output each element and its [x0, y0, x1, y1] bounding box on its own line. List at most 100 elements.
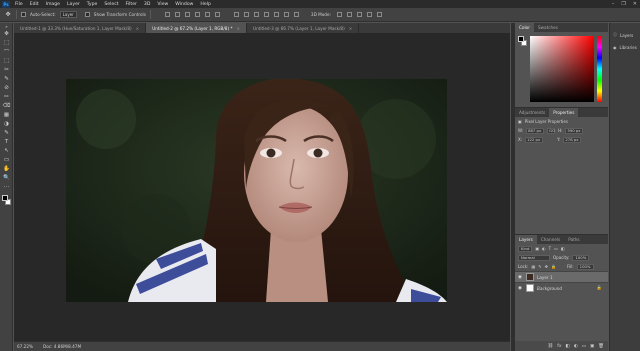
- 3d-roll-icon[interactable]: [346, 12, 352, 17]
- foreground-color[interactable]: [2, 195, 8, 201]
- align-right-icon[interactable]: [214, 12, 220, 17]
- menu-3d[interactable]: 3D: [144, 2, 150, 7]
- pen-tool[interactable]: ✎: [0, 128, 13, 137]
- 3d-scale-icon[interactable]: [376, 12, 382, 17]
- height-field[interactable]: 590 px: [565, 127, 584, 134]
- x-field[interactable]: 122 px: [525, 136, 544, 143]
- dodge-tool[interactable]: ◑: [0, 119, 13, 128]
- link-toggle[interactable]: GO: [547, 127, 556, 134]
- link-layers-icon[interactable]: ⛓: [548, 344, 554, 349]
- distribute-bottom-icon[interactable]: [253, 12, 259, 17]
- fill-field[interactable]: 100%: [576, 263, 594, 270]
- opacity-field[interactable]: 100%: [572, 254, 590, 261]
- panel-foreground-color[interactable]: [518, 36, 524, 42]
- 3d-orbit-icon[interactable]: [336, 12, 342, 17]
- menu-help[interactable]: Help: [200, 2, 210, 7]
- lock-all-icon[interactable]: 🔒: [551, 264, 556, 269]
- filter-kind-dropdown[interactable]: Kind: [518, 245, 533, 252]
- filter-type-icon[interactable]: T: [549, 246, 551, 251]
- filter-adjust-icon[interactable]: ◐: [542, 246, 546, 251]
- menu-type[interactable]: Type: [87, 2, 98, 7]
- close-button[interactable]: ✕: [633, 1, 637, 7]
- marquee-tool[interactable]: ⬚: [0, 38, 13, 47]
- color-picker-field[interactable]: [530, 36, 594, 102]
- distribute-hcenter-icon[interactable]: [273, 12, 279, 17]
- visibility-eye-icon[interactable]: ◉: [518, 286, 523, 291]
- move-tool-icon[interactable]: ✥: [4, 11, 12, 19]
- zoom-level[interactable]: 67.22%: [17, 344, 33, 349]
- width-field[interactable]: 887 px: [526, 127, 545, 134]
- eyedropper-tool[interactable]: ✎: [0, 74, 13, 83]
- delete-layer-icon[interactable]: 🗑: [598, 344, 604, 349]
- hue-slider[interactable]: [597, 36, 602, 102]
- menu-select[interactable]: Select: [104, 2, 118, 7]
- align-left-icon[interactable]: [194, 12, 200, 17]
- layer-row-background[interactable]: ◉ Background 🔒: [515, 282, 608, 293]
- distribute-top-icon[interactable]: [233, 12, 239, 17]
- restore-button[interactable]: ❐: [621, 1, 625, 7]
- tab-adjustments[interactable]: Adjustments: [515, 108, 549, 117]
- distribute-vcenter-icon[interactable]: [243, 12, 249, 17]
- align-bottom-icon[interactable]: [184, 12, 190, 17]
- tab-color[interactable]: Color: [515, 23, 534, 32]
- tab-close-icon[interactable]: ×: [237, 26, 241, 31]
- layer-row-layer-1[interactable]: ◉ Layer 1: [515, 271, 608, 282]
- visibility-eye-icon[interactable]: ◉: [518, 275, 523, 280]
- align-hcenter-icon[interactable]: [204, 12, 210, 17]
- transform-controls-checkbox[interactable]: [84, 12, 90, 17]
- tab-untitled-2[interactable]: Untitled-2 @ 67.2% (Layer 1, RGB/8) * ×: [146, 23, 248, 33]
- lock-move-icon[interactable]: ✥: [545, 264, 548, 269]
- eraser-tool[interactable]: ⌫: [0, 101, 13, 110]
- filter-pixel-icon[interactable]: ▣: [535, 246, 539, 251]
- more-tools[interactable]: ⋯: [0, 182, 13, 191]
- filter-smart-icon[interactable]: ◧: [561, 246, 565, 251]
- tab-close-icon[interactable]: ×: [349, 26, 353, 31]
- y-field[interactable]: 278 px: [563, 136, 582, 143]
- auto-select-dropdown[interactable]: Layer: [59, 11, 77, 18]
- quick-select-tool[interactable]: ⬚: [0, 56, 13, 65]
- 3d-pan-icon[interactable]: [356, 12, 362, 17]
- layer-name[interactable]: Background: [537, 286, 562, 291]
- auto-select-checkbox[interactable]: [21, 12, 26, 17]
- tab-channels[interactable]: Channels: [537, 235, 564, 244]
- rectangle-tool[interactable]: ▭: [0, 155, 13, 164]
- type-tool[interactable]: T: [0, 137, 13, 146]
- lasso-tool[interactable]: ⌒: [0, 47, 13, 56]
- dock-layers[interactable]: ⓘ Layers: [610, 29, 640, 41]
- tab-paths[interactable]: Paths: [564, 235, 583, 244]
- tab-untitled-1[interactable]: Untitled-1 @ 33.3% (Hue/Saturation 1, La…: [14, 23, 147, 33]
- hand-tool[interactable]: ✋: [0, 164, 13, 173]
- filter-shape-icon[interactable]: ▭: [554, 246, 558, 251]
- auto-align-icon[interactable]: [293, 12, 299, 17]
- dock-libraries[interactable]: ◉ Libraries: [610, 41, 640, 53]
- menu-edit[interactable]: Edit: [30, 2, 39, 7]
- tab-untitled-3[interactable]: Untitled-3 @ 66.7% (Layer 1, Layer Mask/…: [247, 23, 360, 33]
- tab-swatches[interactable]: Swatches: [534, 23, 562, 32]
- zoom-tool[interactable]: 🔍: [0, 173, 13, 182]
- new-group-icon[interactable]: ▭: [582, 344, 586, 349]
- document-image[interactable]: [66, 79, 447, 302]
- layer-style-icon[interactable]: fx: [557, 344, 561, 349]
- align-top-icon[interactable]: [164, 12, 170, 17]
- tab-close-icon[interactable]: ×: [136, 26, 140, 31]
- layer-name[interactable]: Layer 1: [537, 275, 553, 280]
- menu-layer[interactable]: Layer: [67, 2, 80, 7]
- lock-pixels-icon[interactable]: ▦: [531, 264, 535, 269]
- menu-window[interactable]: Window: [175, 2, 193, 7]
- gradient-tool[interactable]: ▦: [0, 110, 13, 119]
- distribute-left-icon[interactable]: [263, 12, 269, 17]
- menu-file[interactable]: File: [15, 2, 23, 7]
- menu-view[interactable]: View: [157, 2, 168, 7]
- new-layer-icon[interactable]: ▣: [590, 344, 594, 349]
- adjustment-layer-icon[interactable]: ◐: [574, 344, 578, 349]
- tab-layers[interactable]: Layers: [515, 235, 537, 244]
- 3d-slide-icon[interactable]: [366, 12, 372, 17]
- menu-image[interactable]: Image: [46, 2, 60, 7]
- healing-brush-tool[interactable]: ⊘: [0, 83, 13, 92]
- distribute-right-icon[interactable]: [283, 12, 289, 17]
- lock-paint-icon[interactable]: ✎: [538, 264, 541, 269]
- align-vcenter-icon[interactable]: [174, 12, 180, 17]
- blend-mode-dropdown[interactable]: Normal: [518, 254, 550, 261]
- menu-filter[interactable]: Filter: [126, 2, 137, 7]
- minimize-button[interactable]: –: [612, 1, 615, 7]
